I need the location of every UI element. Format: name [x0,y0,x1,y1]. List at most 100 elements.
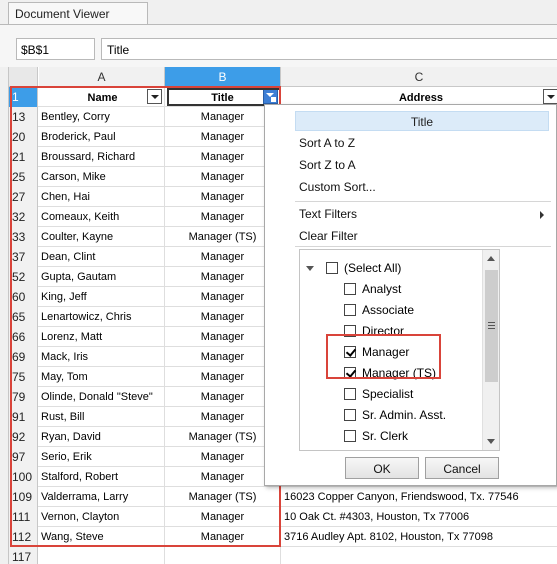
row-number[interactable]: 25 [9,167,38,187]
row-number[interactable]: 27 [9,187,38,207]
row-number[interactable]: 60 [9,287,38,307]
text-filters-item[interactable]: Text Filters [299,207,357,221]
name-cell[interactable]: Lorenz, Matt [39,327,165,347]
title-cell[interactable]: Manager (TS) [165,487,281,507]
address-cell[interactable]: 3716 Audley Apt. 8102, Houston, Tx 77098 [281,527,557,547]
custom-sort-item[interactable]: Custom Sort... [299,180,376,194]
row-number[interactable]: 111 [9,507,38,527]
title-cell[interactable]: Manager [165,507,281,527]
name-cell[interactable]: Gupta, Gautam [39,267,165,287]
row-number[interactable]: 33 [9,227,38,247]
name-cell[interactable]: Coulter, Kayne [39,227,165,247]
filter-option[interactable]: Manager (TS) [300,363,482,383]
address-cell[interactable] [281,547,557,564]
name-cell[interactable]: Stalford, Robert [39,467,165,487]
row-number[interactable]: 69 [9,347,38,367]
checkbox-icon[interactable] [344,283,356,295]
checkbox-icon[interactable] [344,304,356,316]
name-cell[interactable]: Olinde, Donald "Steve" [39,387,165,407]
row-number[interactable]: 66 [9,327,38,347]
clear-filter-item[interactable]: Clear Filter [299,229,358,243]
name-cell[interactable]: Mack, Iris [39,347,165,367]
scroll-down-icon[interactable] [487,439,495,444]
name-cell[interactable]: Ryan, David [39,427,165,447]
table-row: 112 Wang, Steve Manager 3716 Audley Apt. 81… [9,527,557,547]
row-number[interactable]: 100 [9,467,38,487]
header-name-cell[interactable]: Name [39,87,165,107]
grip-icon [488,322,495,329]
row-number[interactable]: 92 [9,427,38,447]
checkbox-icon[interactable] [344,325,356,337]
select-all-option[interactable]: (Select All) [300,258,482,278]
name-cell[interactable]: King, Jeff [39,287,165,307]
title-cell[interactable] [165,547,281,564]
filter-option[interactable]: Associate [300,300,482,320]
list-scrollbar[interactable] [482,250,499,450]
row-number[interactable]: 109 [9,487,38,507]
checkbox-icon[interactable] [326,262,338,274]
scroll-up-icon[interactable] [487,256,495,261]
checkbox-icon[interactable] [344,430,356,442]
checkbox-icon[interactable] [344,388,356,400]
name-cell[interactable]: Vernon, Clayton [39,507,165,527]
name-cell[interactable]: Lenartowicz, Chris [39,307,165,327]
table-row: 111 Vernon, Clayton Manager 10 Oak Ct. #430… [9,507,557,527]
filter-option[interactable]: Analyst [300,279,482,299]
address-filter-dropdown-icon[interactable] [543,89,557,104]
name-cell[interactable]: Valderrama, Larry [39,487,165,507]
sort-z-to-a-item[interactable]: Sort Z to A [299,158,356,172]
filter-option[interactable]: Director [300,321,482,341]
row-number[interactable]: 75 [9,367,38,387]
column-header-b[interactable]: B [165,67,281,87]
cell-reference-box[interactable]: $B$1 [16,38,95,60]
row-number[interactable]: 1 [9,87,38,107]
sort-a-to-z-item[interactable]: Sort A to Z [299,136,355,150]
name-cell[interactable]: May, Tom [39,367,165,387]
address-cell[interactable]: 10 Oak Ct. #4303, Houston, Tx 77006 [281,507,557,527]
name-cell[interactable]: Broussard, Richard [39,147,165,167]
row-number[interactable]: 112 [9,527,38,547]
filter-option[interactable]: Manager [300,342,482,362]
row-number[interactable]: 117 [9,547,38,564]
row-number[interactable]: 79 [9,387,38,407]
name-filter-dropdown-icon[interactable] [147,89,162,104]
tab-document-viewer[interactable]: Document Viewer [8,2,148,24]
expand-collapse-icon[interactable] [306,266,314,271]
submenu-arrow-icon [540,211,544,219]
filter-option[interactable]: Sr. Admin. Asst. [300,405,482,425]
name-cell[interactable]: Rust, Bill [39,407,165,427]
name-cell[interactable]: Comeaux, Keith [39,207,165,227]
name-cell[interactable]: Dean, Clint [39,247,165,267]
row-number[interactable]: 37 [9,247,38,267]
row-number[interactable]: 20 [9,127,38,147]
name-cell[interactable]: Bentley, Corry [39,107,165,127]
filter-option[interactable]: Specialist [300,384,482,404]
row-number[interactable]: 21 [9,147,38,167]
column-header-a[interactable]: A [39,67,165,87]
row-number[interactable]: 32 [9,207,38,227]
row-number[interactable]: 97 [9,447,38,467]
formula-input[interactable]: Title [101,38,557,60]
name-cell[interactable]: Serio, Erik [39,447,165,467]
checkbox-checked-icon[interactable] [344,346,356,358]
checkbox-icon[interactable] [344,409,356,421]
scroll-thumb[interactable] [485,270,498,382]
cancel-button[interactable]: Cancel [425,457,499,479]
address-cell[interactable]: 16023 Copper Canyon, Friendswood, Tx. 77… [281,487,557,507]
checkbox-checked-icon[interactable] [344,367,356,379]
ok-button[interactable]: OK [345,457,419,479]
row-number[interactable]: 13 [9,107,38,127]
column-header-c[interactable]: C [281,67,557,87]
title-cell[interactable]: Manager [165,527,281,547]
name-cell[interactable]: Wang, Steve [39,527,165,547]
row-number[interactable]: 52 [9,267,38,287]
row-number[interactable]: 91 [9,407,38,427]
filter-values-list[interactable]: (Select All) Analyst Associate Director Mana… [299,249,500,451]
filter-option[interactable]: Sr. Clerk [300,426,482,446]
name-cell[interactable] [39,547,165,564]
select-all-corner[interactable] [9,67,38,87]
name-cell[interactable]: Chen, Hai [39,187,165,207]
name-cell[interactable]: Carson, Mike [39,167,165,187]
name-cell[interactable]: Broderick, Paul [39,127,165,147]
row-number[interactable]: 65 [9,307,38,327]
